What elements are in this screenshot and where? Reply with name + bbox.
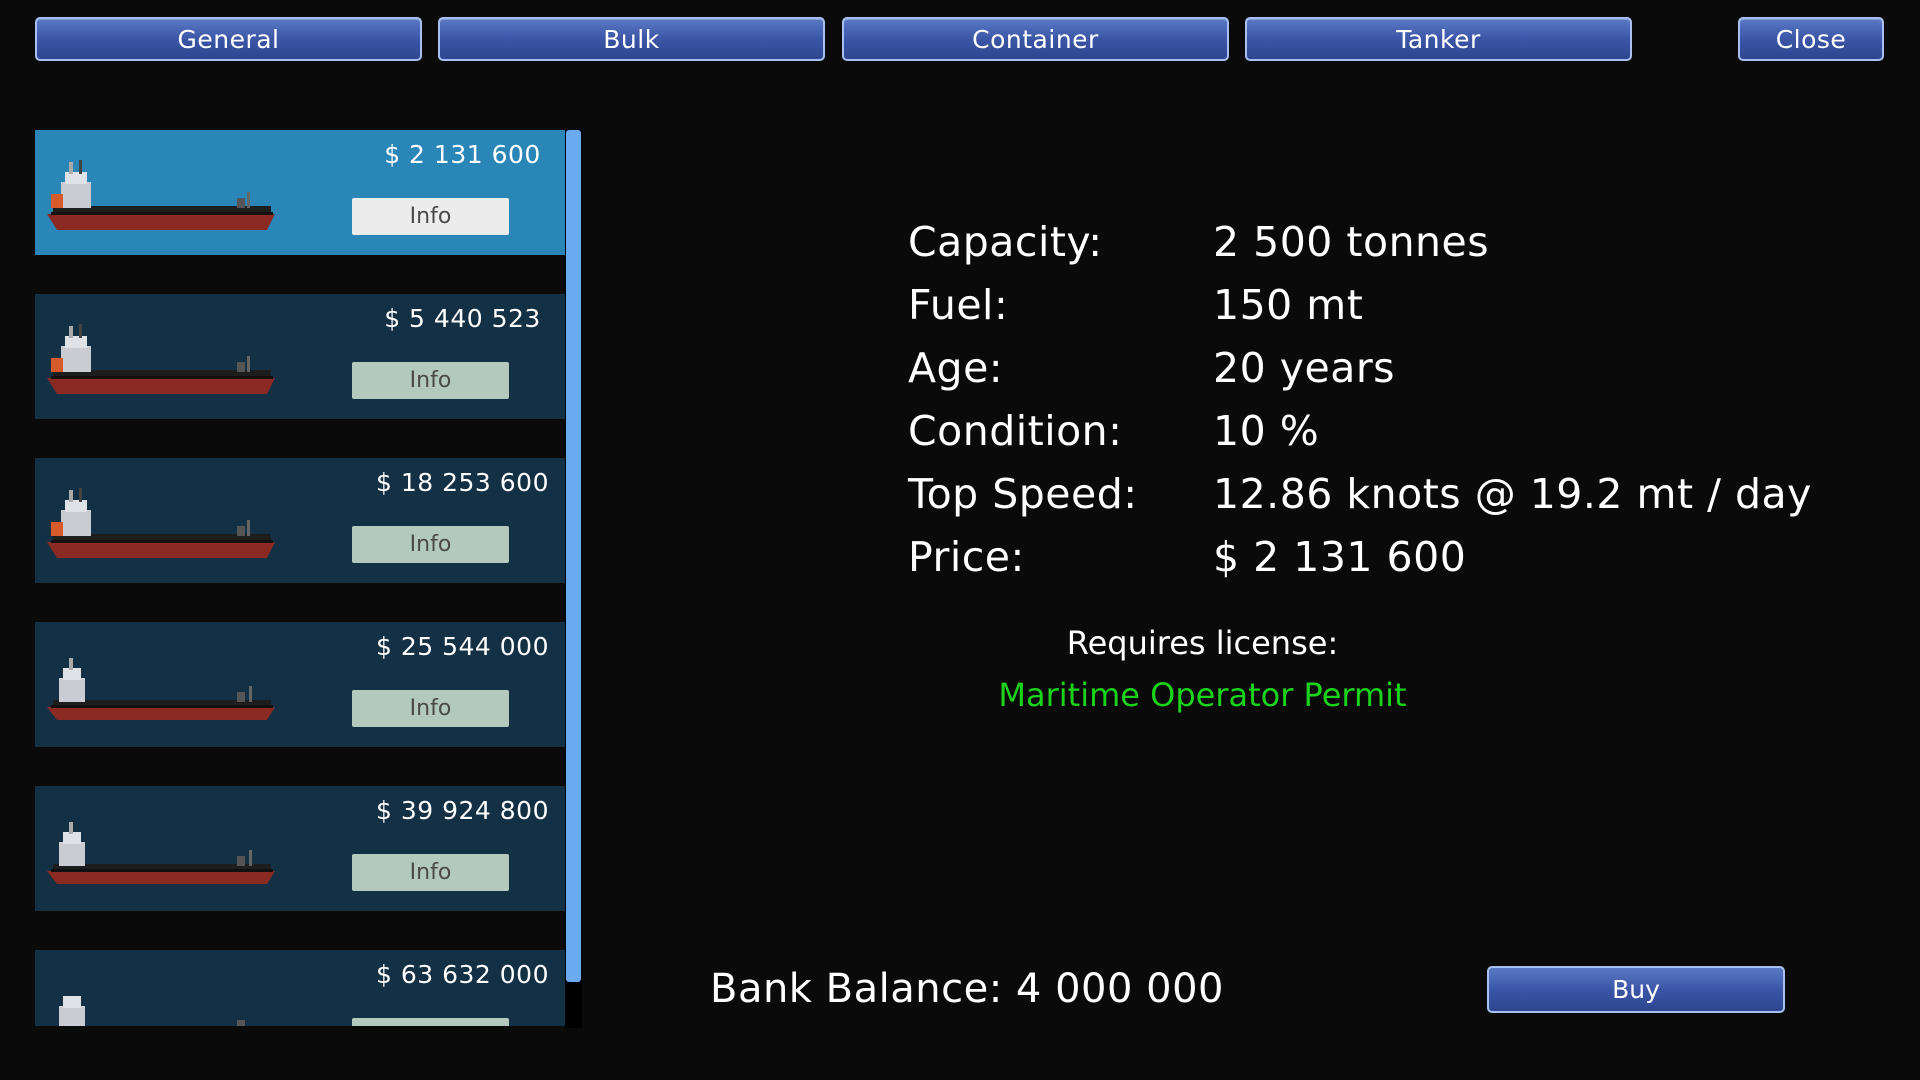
license-name: Maritime Operator Permit — [998, 676, 1407, 714]
ship-image — [47, 658, 275, 720]
ship-card[interactable]: $ 2 131 600 Info — [35, 130, 565, 255]
ship-market-screen: General Bulk Container Tanker Close $ 2 … — [0, 0, 1920, 1080]
ship-card[interactable]: $ 63 632 000 Info — [35, 950, 565, 1026]
info-button[interactable]: Info — [352, 362, 509, 399]
buy-button[interactable]: Buy — [1487, 966, 1785, 1013]
ship-price: $ 63 632 000 — [376, 960, 549, 989]
condition-value: 10 % — [1213, 407, 1320, 455]
tab-tanker[interactable]: Tanker — [1245, 17, 1632, 61]
tab-bulk[interactable]: Bulk — [438, 17, 825, 61]
ship-card[interactable]: $ 25 544 000 Info — [35, 622, 565, 747]
ship-image — [47, 324, 275, 394]
tab-container[interactable]: Container — [842, 17, 1229, 61]
ship-card[interactable]: $ 5 440 523 Info — [35, 294, 565, 419]
scrollbar-thumb[interactable] — [566, 130, 581, 982]
ship-price: $ 5 440 523 — [384, 304, 541, 333]
bank-balance: Bank Balance: 4 000 000 — [710, 966, 1224, 1012]
price-label: Price: — [908, 533, 1025, 581]
ship-price: $ 39 924 800 — [376, 796, 549, 825]
condition-label: Condition: — [908, 407, 1123, 455]
ship-list: $ 2 131 600 Info $ 5 440 523 Info $ 18 2… — [35, 130, 565, 1026]
info-button[interactable]: Info — [352, 526, 509, 563]
tab-general[interactable]: General — [35, 17, 422, 61]
license-requirement-label: Requires license: — [1066, 624, 1339, 662]
capacity-label: Capacity: — [908, 218, 1103, 266]
ship-image — [59, 996, 245, 1026]
ship-card[interactable]: $ 39 924 800 Info — [35, 786, 565, 911]
info-button[interactable]: Info — [352, 690, 509, 727]
info-button[interactable]: Info — [352, 854, 509, 891]
ship-image — [47, 160, 275, 230]
ship-price: $ 2 131 600 — [384, 140, 541, 169]
fuel-value: 150 mt — [1213, 281, 1364, 329]
ship-price: $ 18 253 600 — [376, 468, 549, 497]
ship-price: $ 25 544 000 — [376, 632, 549, 661]
ship-image — [47, 488, 275, 558]
close-button[interactable]: Close — [1738, 17, 1884, 61]
price-value: $ 2 131 600 — [1213, 533, 1467, 581]
top-speed-value: 12.86 knots @ 19.2 mt / day — [1213, 470, 1812, 518]
ship-image — [47, 822, 275, 884]
age-label: Age: — [908, 344, 1004, 392]
info-button[interactable]: Info — [352, 1018, 509, 1026]
capacity-value: 2 500 tonnes — [1213, 218, 1490, 266]
age-value: 20 years — [1213, 344, 1396, 392]
info-button[interactable]: Info — [352, 198, 509, 235]
top-speed-label: Top Speed: — [908, 470, 1138, 518]
fuel-label: Fuel: — [908, 281, 1009, 329]
ship-card[interactable]: $ 18 253 600 Info — [35, 458, 565, 583]
